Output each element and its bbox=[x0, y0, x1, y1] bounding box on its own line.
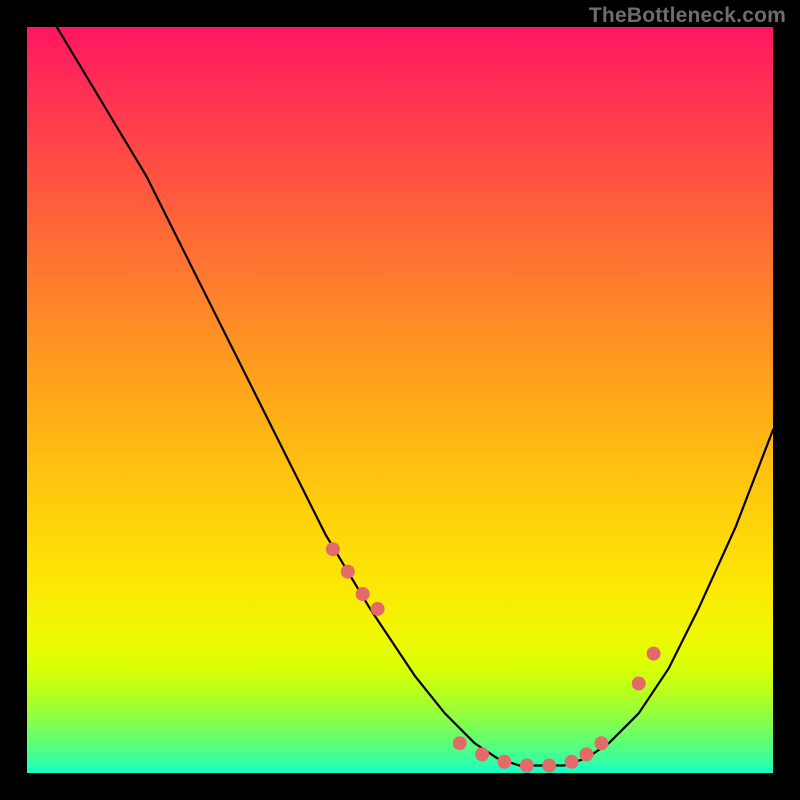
highlight-dots-group bbox=[326, 542, 661, 772]
highlight-dot bbox=[542, 759, 556, 773]
highlight-dot bbox=[594, 736, 608, 750]
watermark-text: TheBottleneck.com bbox=[589, 4, 786, 28]
highlight-dot bbox=[371, 602, 385, 616]
highlight-dot bbox=[453, 736, 467, 750]
highlight-dot bbox=[580, 747, 594, 761]
outer-frame: TheBottleneck.com bbox=[0, 0, 800, 800]
highlight-dot bbox=[341, 565, 355, 579]
highlight-dot bbox=[632, 677, 646, 691]
highlight-dot bbox=[326, 542, 340, 556]
highlight-dot bbox=[520, 759, 534, 773]
highlight-dot bbox=[475, 747, 489, 761]
highlight-dot bbox=[647, 647, 661, 661]
highlight-dot bbox=[565, 755, 579, 769]
bottleneck-curve bbox=[57, 27, 773, 766]
highlight-dot bbox=[497, 755, 511, 769]
highlight-dot bbox=[356, 587, 370, 601]
chart-svg bbox=[27, 27, 773, 773]
